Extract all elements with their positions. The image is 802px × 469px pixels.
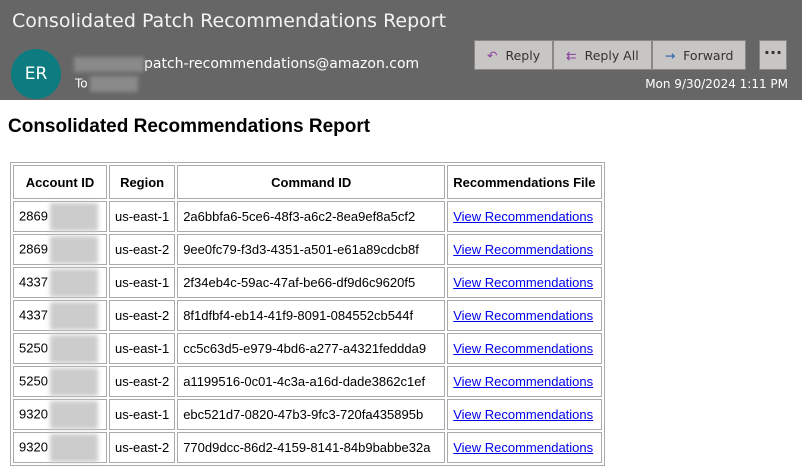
account-id: 5250 (19, 339, 48, 355)
region-cell: us-east-2 (109, 366, 176, 397)
recommendations-file-cell: View Recommendations (447, 267, 602, 298)
column-header: Account ID (13, 165, 107, 199)
account-id: 2869 (19, 207, 48, 223)
forward-icon: → (664, 47, 676, 63)
reply-all-button[interactable]: ⇇ Reply All (553, 40, 652, 70)
table-row: 5250 us-east-1 cc5c63d5-e979-4bd6-a277-a… (13, 333, 602, 364)
email-header: Consolidated Patch Recommendations Repor… (0, 0, 802, 100)
region-cell: us-east-2 (109, 300, 176, 331)
redacted-account (49, 400, 98, 429)
to-label: To (75, 76, 88, 91)
account-id-cell: 2869 (13, 201, 107, 232)
recommendations-file-cell: View Recommendations (447, 432, 602, 463)
column-header: Region (109, 165, 176, 199)
table-row: 2869 us-east-1 2a6bbfa6-5ce6-48f3-a6c2-8… (13, 201, 602, 232)
recommendations-file-cell: View Recommendations (447, 234, 602, 265)
forward-button[interactable]: → Forward (651, 40, 747, 70)
table-row: 4337 us-east-1 2f34eb4c-59ac-47af-be66-d… (13, 267, 602, 298)
recommendations-file-cell: View Recommendations (447, 300, 602, 331)
view-recommendations-link[interactable]: View Recommendations (453, 440, 593, 455)
account-id-cell: 5250 (13, 366, 107, 397)
account-id: 2869 (19, 240, 48, 256)
column-header: Recommendations File (447, 165, 602, 199)
region-cell: us-east-1 (109, 267, 176, 298)
recommendations-table: Account ID Region Command ID Recommendat… (10, 162, 605, 466)
region-cell: us-east-2 (109, 234, 176, 265)
view-recommendations-link[interactable]: View Recommendations (453, 308, 593, 323)
account-id-cell: 9320 (13, 399, 107, 430)
sender-address: patch-recommendations@amazon.com (74, 56, 419, 72)
region-cell: us-east-2 (109, 432, 176, 463)
recommendations-file-cell: View Recommendations (447, 333, 602, 364)
account-id-cell: 2869 (13, 234, 107, 265)
sent-date: Mon 9/30/2024 1:11 PM (645, 77, 788, 91)
view-recommendations-link[interactable]: View Recommendations (453, 275, 593, 290)
account-id-cell: 4337 (13, 300, 107, 331)
command-id-cell: a1199516-0c01-4c3a-a16d-dade3862c1ef (177, 366, 446, 397)
sender-email: patch-recommendations@amazon.com (144, 56, 420, 72)
forward-label: Forward (683, 47, 734, 63)
table-row: 4337 us-east-2 8f1dfbf4-eb14-41f9-8091-0… (13, 300, 602, 331)
view-recommendations-link[interactable]: View Recommendations (453, 407, 593, 422)
account-id: 9320 (19, 438, 48, 454)
account-id-cell: 5250 (13, 333, 107, 364)
account-id: 4337 (19, 306, 48, 322)
account-id-cell: 9320 (13, 432, 107, 463)
account-id: 4337 (19, 273, 48, 289)
table-row: 2869 us-east-2 9ee0fc79-f3d3-4351-a501-e… (13, 234, 602, 265)
table-row: 9320 us-east-2 770d9dcc-86d2-4159-8141-8… (13, 432, 602, 463)
region-cell: us-east-1 (109, 399, 176, 430)
redacted-account (49, 268, 98, 297)
reply-icon: ↶ (487, 47, 498, 63)
column-header: Command ID (177, 165, 446, 199)
command-id-cell: 8f1dfbf4-eb14-41f9-8091-084552cb544f (177, 300, 446, 331)
recommendations-file-cell: View Recommendations (447, 201, 602, 232)
recommendations-file-cell: View Recommendations (447, 399, 602, 430)
account-id: 5250 (19, 372, 48, 388)
reply-all-icon: ⇇ (566, 47, 577, 63)
command-id-cell: 9ee0fc79-f3d3-4351-a501-e61a89cdcb8f (177, 234, 446, 265)
command-id-cell: 2f34eb4c-59ac-47af-be66-df9d6c9620f5 (177, 267, 446, 298)
redacted-sender (74, 56, 144, 72)
redacted-account (49, 202, 98, 231)
email-subject: Consolidated Patch Recommendations Repor… (12, 10, 447, 32)
more-actions-button[interactable]: ··· (759, 40, 787, 70)
redacted-account (49, 334, 98, 363)
reply-all-label: Reply All (584, 47, 639, 63)
report-title: Consolidated Recommendations Report (8, 116, 371, 137)
region-cell: us-east-1 (109, 201, 176, 232)
redacted-account (49, 367, 98, 396)
view-recommendations-link[interactable]: View Recommendations (453, 209, 593, 224)
account-id: 9320 (19, 405, 48, 421)
command-id-cell: cc5c63d5-e979-4bd6-a277-a4321feddda9 (177, 333, 446, 364)
redacted-recipient (89, 76, 138, 92)
redacted-account (49, 301, 98, 330)
reply-label: Reply (505, 47, 541, 63)
table-row: 5250 us-east-2 a1199516-0c01-4c3a-a16d-d… (13, 366, 602, 397)
command-id-cell: ebc521d7-0820-47b3-9fc3-720fa435895b (177, 399, 446, 430)
reply-button[interactable]: ↶ Reply (474, 40, 554, 70)
view-recommendations-link[interactable]: View Recommendations (453, 374, 593, 389)
account-id-cell: 4337 (13, 267, 107, 298)
command-id-cell: 770d9dcc-86d2-4159-8141-84b9babbe32a (177, 432, 446, 463)
sender-avatar: ER (11, 49, 61, 99)
view-recommendations-link[interactable]: View Recommendations (453, 341, 593, 356)
redacted-account (49, 235, 98, 264)
recipient-line: To (75, 76, 138, 92)
region-cell: us-east-1 (109, 333, 176, 364)
table-row: 9320 us-east-1 ebc521d7-0820-47b3-9fc3-7… (13, 399, 602, 430)
redacted-account (49, 433, 98, 462)
recommendations-file-cell: View Recommendations (447, 366, 602, 397)
command-id-cell: 2a6bbfa6-5ce6-48f3-a6c2-8ea9ef8a5cf2 (177, 201, 446, 232)
view-recommendations-link[interactable]: View Recommendations (453, 242, 593, 257)
